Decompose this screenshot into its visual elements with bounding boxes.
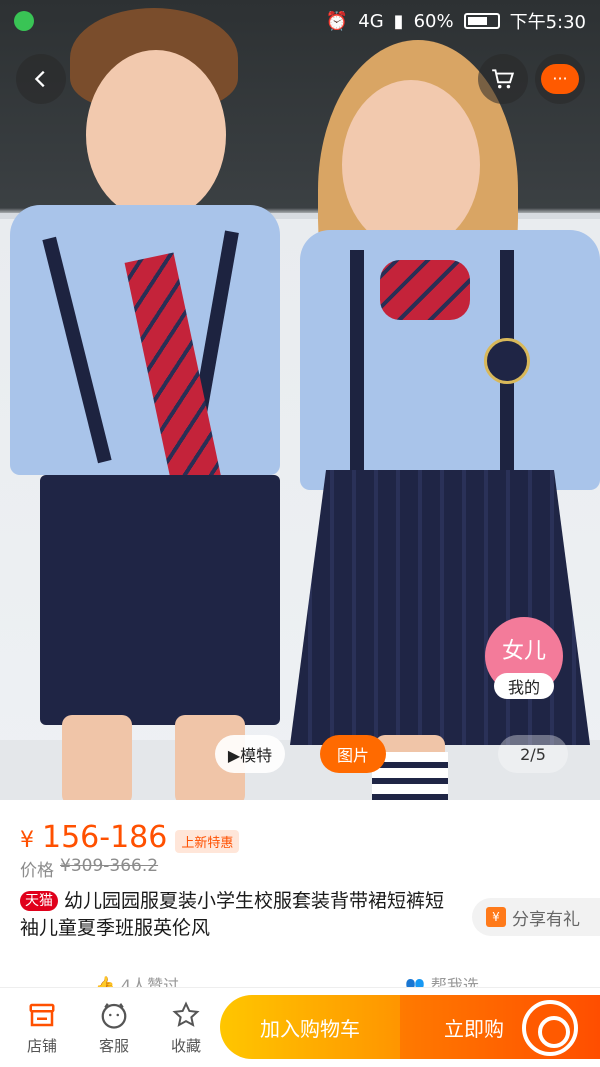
more-icon: ··· bbox=[541, 64, 579, 94]
add-to-cart-button[interactable]: 加入购物车 bbox=[220, 995, 400, 1059]
battery-percent: 60% bbox=[413, 10, 454, 32]
tmall-badge: 天猫 bbox=[20, 891, 58, 911]
store-icon bbox=[26, 999, 58, 1031]
favorite-label: 收藏 bbox=[170, 1037, 201, 1055]
watermark-logo-icon bbox=[522, 1000, 578, 1056]
tab-model[interactable]: ▶模特 bbox=[215, 735, 285, 773]
product-title: 幼儿园园服夏装小学生校服套装背带裙短裤短袖儿童夏季班服英伦风 bbox=[20, 890, 445, 939]
wechat-icon bbox=[14, 11, 34, 31]
cart-button[interactable] bbox=[478, 54, 528, 104]
tab-photo[interactable]: 图片 bbox=[320, 735, 386, 773]
price-row: ¥ 156-186 上新特惠 bbox=[20, 820, 240, 855]
cart-icon bbox=[492, 69, 515, 89]
sticker-mine: 我的 bbox=[494, 673, 554, 699]
star-icon bbox=[170, 999, 202, 1031]
image-counter: 2/5 bbox=[498, 735, 568, 773]
alarm-icon: ⏰ bbox=[325, 10, 349, 32]
promo-tag: 上新特惠 bbox=[175, 830, 240, 853]
store-button[interactable]: 店铺 bbox=[6, 999, 78, 1056]
service-label: 客服 bbox=[98, 1037, 129, 1055]
original-price-row: 价格 ¥309-366.2 bbox=[20, 856, 158, 881]
gift-icon: ¥ bbox=[486, 907, 506, 927]
status-bar: ⏰ 4G ▮ 60% 下午5:30 bbox=[0, 0, 600, 42]
chevron-left-icon bbox=[34, 70, 45, 88]
original-price-label: 价格 bbox=[20, 861, 54, 881]
favorite-button[interactable]: 收藏 bbox=[150, 999, 222, 1056]
back-button[interactable] bbox=[16, 54, 66, 104]
share-button[interactable]: ¥ 分享有礼 bbox=[472, 898, 600, 936]
signal-4g: 4G bbox=[358, 10, 384, 32]
share-label: 分享有礼 bbox=[512, 909, 580, 930]
service-button[interactable]: 客服 bbox=[78, 999, 150, 1056]
clock: 下午5:30 bbox=[509, 12, 586, 33]
product-title-block: 天猫 幼儿园园服夏装小学生校服套装背带裙短裤短袖儿童夏季班服英伦风 bbox=[20, 888, 460, 942]
price-currency: ¥ bbox=[20, 828, 34, 853]
original-price: ¥309-366.2 bbox=[60, 856, 159, 876]
price-range: 156-186 bbox=[42, 820, 168, 855]
more-button[interactable]: ··· bbox=[535, 54, 585, 104]
customer-service-icon bbox=[98, 999, 130, 1031]
signal-strength-icon: ▮ bbox=[393, 10, 404, 32]
battery-icon bbox=[463, 13, 500, 29]
store-label: 店铺 bbox=[26, 1037, 57, 1055]
